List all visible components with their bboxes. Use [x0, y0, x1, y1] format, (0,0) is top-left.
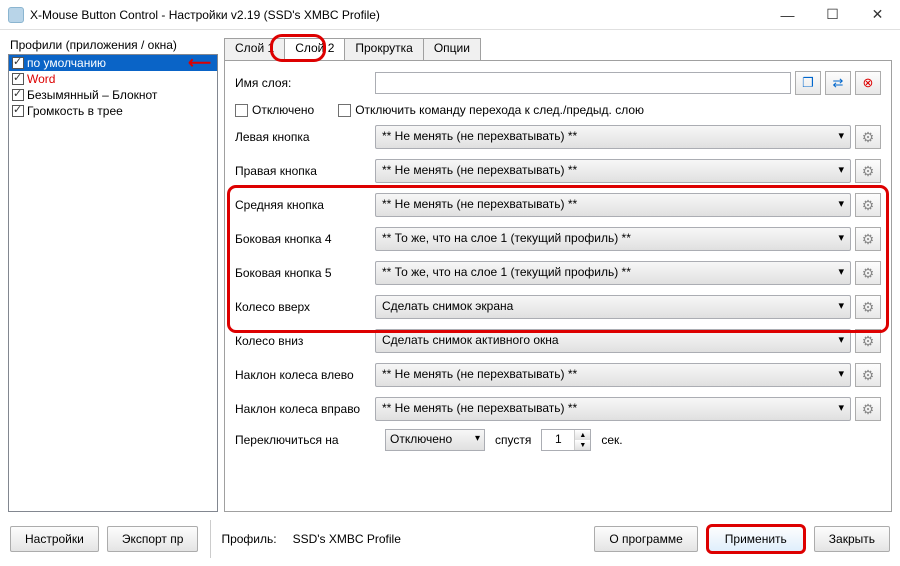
mapping-label: Боковая кнопка 4	[235, 232, 375, 246]
profile-item[interactable]: Громкость в трее	[9, 103, 217, 119]
profile-label: Профиль:	[221, 532, 276, 546]
apply-button[interactable]: Применить	[706, 524, 806, 554]
disable-switch-checkbox[interactable]	[338, 104, 351, 117]
titlebar: X-Mouse Button Control - Настройки v2.19…	[0, 0, 900, 30]
tab-опции[interactable]: Опции	[423, 38, 481, 60]
footer: Настройки Экспорт пр Профиль: SSD's XMBC…	[0, 520, 900, 558]
mapping-combo[interactable]: Сделать снимок экрана	[375, 295, 851, 319]
profiles-list[interactable]: по умолчанию ⟵ Word Безымянный – Блокнот Гро…	[8, 54, 218, 512]
profile-item[interactable]: Безымянный – Блокнот	[9, 87, 217, 103]
swap-button[interactable]: ⇄	[825, 71, 851, 95]
mapping-label: Колесо вверх	[235, 300, 375, 314]
close-button[interactable]: ✕	[855, 0, 900, 30]
annotation-arrow-icon: ⟵	[188, 53, 211, 73]
profiles-header: Профили (приложения / окна)	[8, 38, 218, 52]
copy-button[interactable]: ❐	[795, 71, 821, 95]
spinner-up[interactable]: ▲	[575, 430, 590, 440]
profile-checkbox[interactable]	[12, 57, 24, 69]
gear-icon[interactable]: ⚙	[855, 295, 881, 319]
gear-icon[interactable]: ⚙	[855, 227, 881, 251]
settings-button[interactable]: Настройки	[10, 526, 99, 552]
profile-item[interactable]: Word	[9, 71, 217, 87]
minimize-button[interactable]: —	[765, 0, 810, 30]
mapping-combo[interactable]: ** Не менять (не перехватывать) **	[375, 397, 851, 421]
about-button[interactable]: О программе	[594, 526, 697, 552]
switch-label: Переключиться на	[235, 433, 375, 447]
disable-switch-checkbox-label[interactable]: Отключить команду перехода к след./преды…	[338, 103, 644, 117]
mapping-label: Наклон колеса влево	[235, 368, 375, 382]
tabs-container: Слой 1Слой 2ПрокруткаОпции	[224, 38, 892, 60]
mapping-label: Колесо вниз	[235, 334, 375, 348]
button-mapping-row: Средняя кнопка** Не менять (не перехваты…	[235, 191, 881, 219]
gear-icon[interactable]: ⚙	[855, 125, 881, 149]
window-title: X-Mouse Button Control - Настройки v2.19…	[30, 8, 765, 22]
tab-прокрутка[interactable]: Прокрутка	[344, 38, 423, 60]
profile-name: по умолчанию	[27, 56, 106, 70]
profile-value: SSD's XMBC Profile	[293, 532, 401, 546]
spinner-value[interactable]: 1	[542, 430, 574, 450]
mapping-combo[interactable]: ** Не менять (не перехватывать) **	[375, 159, 851, 183]
tab-слой-2[interactable]: Слой 2	[284, 38, 345, 60]
profile-name: Громкость в трее	[27, 104, 123, 118]
gear-icon[interactable]: ⚙	[855, 397, 881, 421]
switch-combo[interactable]: Отключено	[385, 429, 485, 451]
gear-icon[interactable]: ⚙	[855, 193, 881, 217]
mapping-label: Средняя кнопка	[235, 198, 375, 212]
switch-unit: сек.	[601, 433, 622, 447]
mapping-label: Правая кнопка	[235, 164, 375, 178]
close-button-footer[interactable]: Закрыть	[814, 526, 890, 552]
export-button[interactable]: Экспорт пр	[107, 526, 199, 552]
button-mapping-row: Левая кнопка** Не менять (не перехватыва…	[235, 123, 881, 151]
mapping-combo[interactable]: ** Не менять (не перехватывать) **	[375, 363, 851, 387]
button-mapping-row: Боковая кнопка 5** То же, что на слое 1 …	[235, 259, 881, 287]
switch-count-spinner[interactable]: 1 ▲ ▼	[541, 429, 591, 451]
profile-name: Безымянный – Блокнот	[27, 88, 157, 102]
mapping-combo[interactable]: ** Не менять (не перехватывать) **	[375, 125, 851, 149]
switch-after-label: спустя	[495, 433, 531, 447]
gear-icon[interactable]: ⚙	[855, 261, 881, 285]
layer-name-label: Имя слоя:	[235, 76, 375, 90]
maximize-button[interactable]: ☐	[810, 0, 855, 30]
mapping-combo[interactable]: ** То же, что на слое 1 (текущий профиль…	[375, 261, 851, 285]
button-mapping-row: Боковая кнопка 4** То же, что на слое 1 …	[235, 225, 881, 253]
mapping-combo[interactable]: ** Не менять (не перехватывать) **	[375, 193, 851, 217]
button-mapping-row: Колесо внизСделать снимок активного окна…	[235, 327, 881, 355]
tab-слой-1[interactable]: Слой 1	[224, 38, 285, 60]
profile-name: Word	[27, 72, 55, 86]
delete-button[interactable]: ⊗	[855, 71, 881, 95]
layer-panel: Имя слоя: ❐ ⇄ ⊗ Отключено Отключить кома…	[224, 60, 892, 512]
mapping-combo[interactable]: Сделать снимок активного окна	[375, 329, 851, 353]
spinner-down[interactable]: ▼	[575, 440, 590, 450]
profile-checkbox[interactable]	[12, 73, 24, 85]
app-icon	[8, 7, 24, 23]
button-mapping-row: Колесо вверхСделать снимок экрана⚙	[235, 293, 881, 321]
gear-icon[interactable]: ⚙	[855, 329, 881, 353]
button-mapping-row: Наклон колеса вправо** Не менять (не пер…	[235, 395, 881, 423]
gear-icon[interactable]: ⚙	[855, 363, 881, 387]
mapping-label: Боковая кнопка 5	[235, 266, 375, 280]
mapping-combo[interactable]: ** То же, что на слое 1 (текущий профиль…	[375, 227, 851, 251]
disabled-checkbox[interactable]	[235, 104, 248, 117]
button-mapping-row: Наклон колеса влево** Не менять (не пере…	[235, 361, 881, 389]
profile-checkbox[interactable]	[12, 105, 24, 117]
button-mapping-row: Правая кнопка** Не менять (не перехватыв…	[235, 157, 881, 185]
mapping-label: Левая кнопка	[235, 130, 375, 144]
profile-checkbox[interactable]	[12, 89, 24, 101]
profile-item[interactable]: по умолчанию ⟵	[9, 55, 217, 71]
layer-name-input[interactable]	[375, 72, 791, 94]
disabled-checkbox-label[interactable]: Отключено	[235, 103, 314, 117]
gear-icon[interactable]: ⚙	[855, 159, 881, 183]
mapping-label: Наклон колеса вправо	[235, 402, 375, 416]
